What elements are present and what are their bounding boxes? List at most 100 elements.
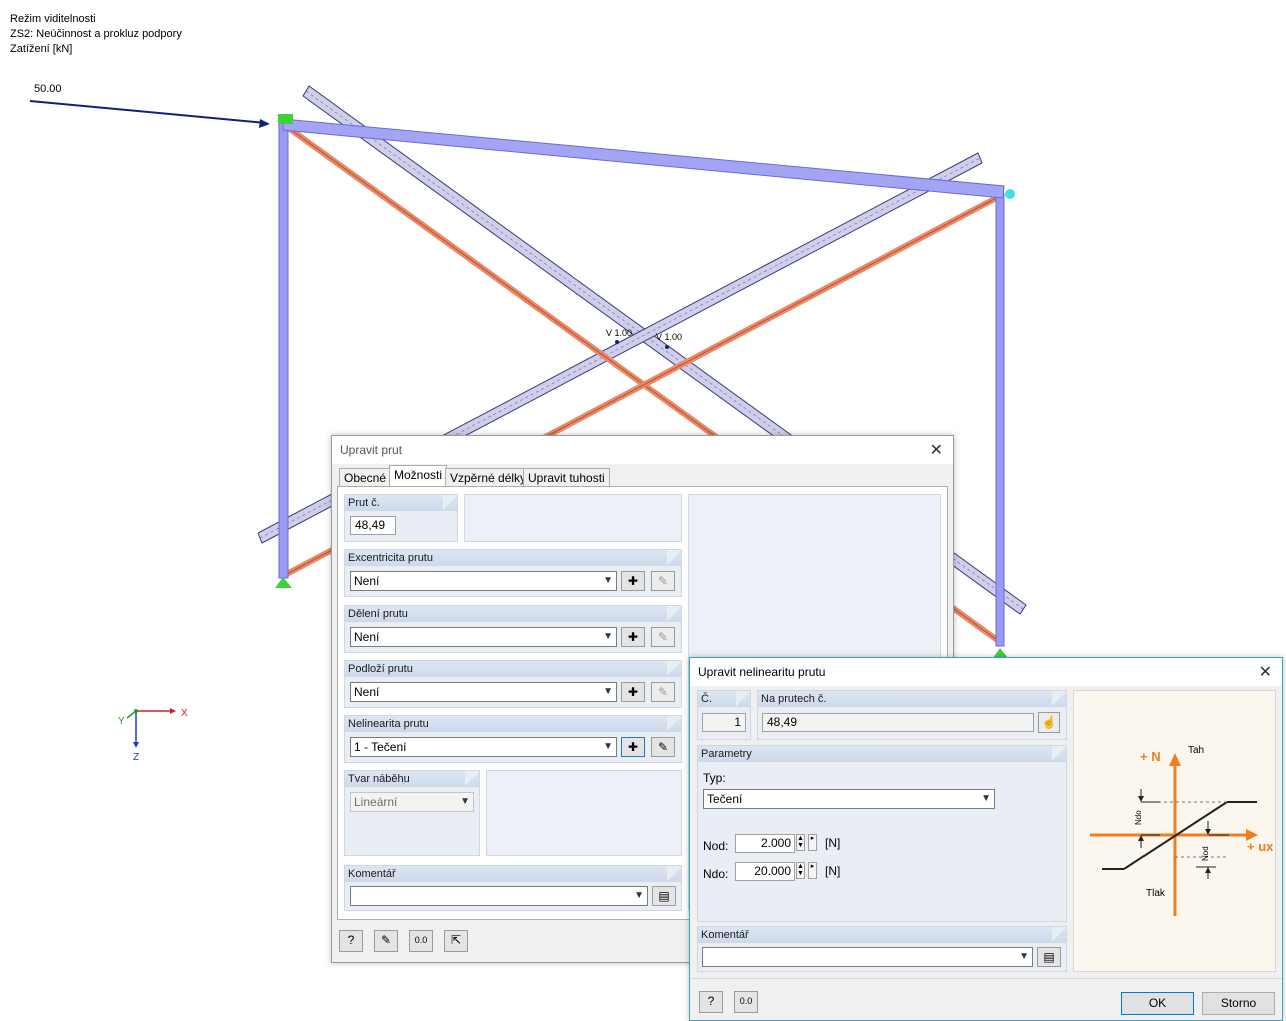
empty-group-taper bbox=[486, 770, 682, 856]
close-icon[interactable]: ✕ bbox=[1259, 662, 1272, 682]
chevron-down-icon: ▼ bbox=[603, 631, 613, 642]
load-arrow bbox=[29, 100, 270, 128]
nl-members-label: Na prutech č. bbox=[758, 691, 1066, 707]
edit-division-button[interactable]: ✎ bbox=[651, 627, 675, 647]
edit-nonlinearity-button[interactable]: ✎ bbox=[651, 737, 675, 757]
nl-no-group: Č. 1 bbox=[697, 690, 751, 740]
nl-comment-select[interactable]: ▼ bbox=[702, 947, 1033, 967]
nonlinearity-diagram: + N + ux Tah Tlak Ndo Nod bbox=[1073, 690, 1276, 972]
axis-triad: X Y Z bbox=[118, 708, 188, 763]
comment-group: Komentář ▼ ▤ bbox=[344, 865, 682, 911]
ndo-diagram-label: Ndo bbox=[1134, 810, 1143, 825]
edit-nonlinearity-title: Upravit nelinearitu prutu bbox=[698, 665, 826, 679]
new-foundation-button[interactable]: ✚ bbox=[621, 682, 645, 702]
chevron-down-icon: ▼ bbox=[460, 796, 470, 807]
nod-spinner[interactable]: ▲ ▼ bbox=[796, 834, 805, 851]
nl-comment-group: Komentář ▼ ▤ bbox=[697, 926, 1067, 972]
hinge-label-2: V 1.00 bbox=[656, 332, 682, 342]
nl-params-group: Parametry Typ: Tečení ▼ Nod: 2.000 ▲ ▼ ▸ [… bbox=[697, 745, 1067, 922]
support-top-left bbox=[278, 114, 293, 124]
axis-y-label: Y bbox=[118, 716, 125, 727]
nl-type-label: Typ: bbox=[703, 771, 726, 785]
chevron-down-icon: ▼ bbox=[603, 575, 613, 586]
chevron-down-icon: ▼ bbox=[634, 890, 644, 901]
foundation-group: Podloží prutu Není ▼ ✚ ✎ bbox=[344, 660, 682, 708]
eccentricity-label: Excentricita prutu bbox=[345, 550, 681, 566]
foundation-select[interactable]: Není ▼ bbox=[350, 682, 617, 702]
ndo-label: Ndo: bbox=[703, 867, 729, 881]
axis-z-label: Z bbox=[133, 752, 139, 763]
ux-axis-label: + ux bbox=[1247, 839, 1274, 854]
taper-label: Tvar náběhu bbox=[345, 771, 479, 787]
help-icon[interactable]: ? bbox=[699, 991, 723, 1013]
nl-comment-label: Komentář bbox=[698, 927, 1066, 943]
nonlinearity-label: Nelinearita prutu bbox=[345, 716, 681, 732]
nl-members-group: Na prutech č. 48,49 ☝ bbox=[757, 690, 1067, 740]
member-no-group: Prut č. 48,49 bbox=[344, 494, 458, 542]
nod-diagram-label: Nod bbox=[1201, 846, 1210, 861]
comment-library-button[interactable]: ▤ bbox=[652, 886, 676, 906]
nonlinearity-select[interactable]: 1 - Tečení ▼ bbox=[350, 737, 617, 757]
ndo-arrow-button[interactable]: ▸ bbox=[808, 862, 817, 879]
edit-eccentricity-button[interactable]: ✎ bbox=[651, 571, 675, 591]
cancel-button[interactable]: Storno bbox=[1202, 992, 1275, 1015]
comment-select[interactable]: ▼ bbox=[350, 886, 648, 906]
division-label: Dělení prutu bbox=[345, 606, 681, 622]
edit-nonlinearity-titlebar[interactable]: Upravit nelinearitu prutu ✕ bbox=[690, 658, 1282, 686]
tension-label: Tah bbox=[1188, 745, 1205, 756]
units-icon[interactable]: 0.0 bbox=[409, 930, 433, 952]
nonlinearity-group: Nelinearita prutu 1 - Tečení ▼ ✚ ✎ bbox=[344, 715, 682, 763]
nl-no-field: 1 bbox=[702, 713, 746, 732]
foundation-label: Podloží prutu bbox=[345, 661, 681, 677]
n-axis-label: + N bbox=[1140, 749, 1161, 764]
edit-member-titlebar[interactable]: Upravit prut ✕ bbox=[332, 436, 953, 464]
new-division-button[interactable]: ✚ bbox=[621, 627, 645, 647]
divider bbox=[690, 978, 1282, 979]
division-group: Dělení prutu Není ▼ ✚ ✎ bbox=[344, 605, 682, 653]
division-select[interactable]: Není ▼ bbox=[350, 627, 617, 647]
edit-nonlinearity-dialog: Upravit nelinearitu prutu ✕ Č. 1 Na prut… bbox=[689, 657, 1283, 1021]
comment-label: Komentář bbox=[345, 866, 681, 882]
ndo-input[interactable]: 20.000 bbox=[735, 862, 795, 881]
nl-members-field[interactable]: 48,49 bbox=[762, 713, 1034, 732]
nod-arrow-button[interactable]: ▸ bbox=[808, 834, 817, 851]
units-icon[interactable]: 0.0 bbox=[734, 991, 758, 1013]
tab-options[interactable]: Možnosti bbox=[389, 465, 448, 487]
edit-icon[interactable]: ✎ bbox=[374, 930, 398, 952]
tab-buckling-lengths[interactable]: Vzpěrné délky bbox=[445, 468, 532, 487]
nl-no-label: Č. bbox=[698, 691, 750, 707]
new-nonlinearity-button[interactable]: ✚ bbox=[621, 737, 645, 757]
hinge-point-2 bbox=[665, 345, 669, 349]
chevron-down-icon: ▼ bbox=[981, 793, 991, 804]
ndo-spinner[interactable]: ▲ ▼ bbox=[796, 862, 805, 879]
nod-unit: [N] bbox=[825, 836, 841, 850]
support-top-right bbox=[1005, 189, 1015, 199]
taper-select[interactable]: Lineární ▼ bbox=[350, 792, 474, 812]
chevron-down-icon: ▼ bbox=[603, 741, 613, 752]
close-icon[interactable]: ✕ bbox=[930, 440, 943, 460]
chevron-down-icon: ▼ bbox=[1019, 951, 1029, 962]
nod-input[interactable]: 2.000 bbox=[735, 834, 795, 853]
hinge-label-1: V 1.00 bbox=[606, 328, 632, 338]
help-icon[interactable]: ? bbox=[339, 930, 363, 952]
empty-group-top bbox=[464, 494, 682, 542]
new-eccentricity-button[interactable]: ✚ bbox=[621, 571, 645, 591]
taper-group: Tvar náběhu Lineární ▼ bbox=[344, 770, 480, 856]
tab-general[interactable]: Obecné bbox=[339, 468, 392, 487]
ndo-unit: [N] bbox=[825, 864, 841, 878]
eccentricity-group: Excentricita prutu Není ▼ ✚ ✎ bbox=[344, 549, 682, 597]
edit-foundation-button[interactable]: ✎ bbox=[651, 682, 675, 702]
tab-modify-stiffness[interactable]: Upravit tuhosti bbox=[523, 468, 610, 487]
ok-button[interactable]: OK bbox=[1121, 992, 1194, 1015]
chevron-down-icon: ▼ bbox=[603, 686, 613, 697]
select-members-icon[interactable]: ☝ bbox=[1038, 712, 1060, 733]
pick-icon[interactable]: ⇱ bbox=[444, 930, 468, 952]
member-no-field[interactable]: 48,49 bbox=[350, 516, 396, 535]
compression-label: Tlak bbox=[1146, 888, 1165, 899]
edit-member-title: Upravit prut bbox=[340, 443, 403, 457]
eccentricity-select[interactable]: Není ▼ bbox=[350, 571, 617, 591]
nl-comment-library-button[interactable]: ▤ bbox=[1037, 947, 1061, 967]
nl-type-select[interactable]: Tečení ▼ bbox=[703, 789, 995, 809]
hinge-point-1 bbox=[615, 340, 619, 344]
axis-x-label: X bbox=[181, 708, 188, 719]
